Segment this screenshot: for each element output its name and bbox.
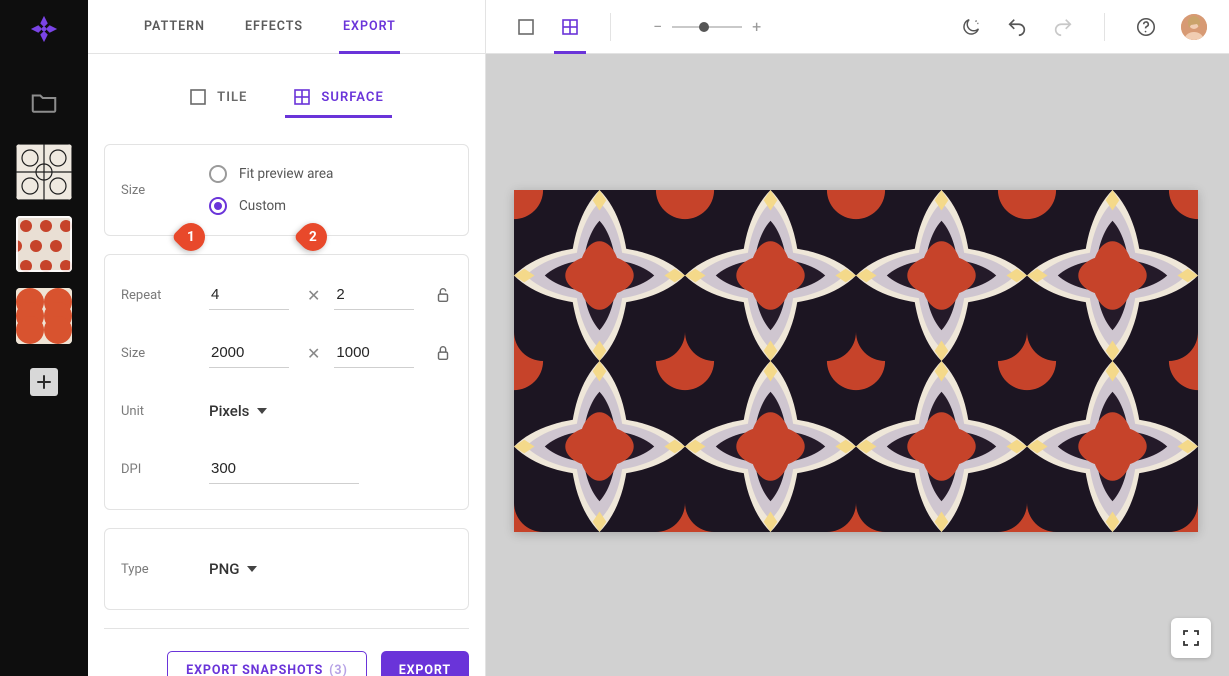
type-select[interactable]: PNG [209,560,257,578]
divider [610,13,611,41]
repeat-lock-icon[interactable] [434,286,452,304]
size-w-input[interactable] [209,338,289,368]
dpi-input[interactable] [209,454,359,484]
zoom-slider[interactable]: − + [653,17,761,36]
view-surface-button[interactable] [560,17,580,37]
add-pattern-button[interactable] [30,368,58,396]
divider [1104,13,1105,41]
size-label: Size [121,183,209,198]
dark-mode-icon[interactable] [960,16,982,38]
pattern-thumb-1[interactable] [16,144,72,200]
subtab-tile-label: TILE [217,90,247,105]
repeat-label: Repeat [121,288,209,303]
view-tile-button[interactable] [516,17,536,37]
canvas-area[interactable] [486,54,1229,676]
unit-label: Unit [121,404,209,419]
zoom-plus[interactable]: + [752,17,761,36]
folder-icon[interactable] [29,88,59,118]
subtab-surface[interactable]: SURFACE [293,78,383,116]
pattern-preview [514,190,1198,532]
times-icon: ✕ [307,344,320,363]
subtab-tile[interactable]: TILE [189,78,247,116]
size-mode-card: Size Fit preview area Custom [104,144,469,236]
undo-icon[interactable] [1006,16,1028,38]
main-area: − + [486,0,1229,676]
dpi-label: DPI [121,462,209,477]
repeat-x-input[interactable] [209,280,289,310]
canvas-toolbar: − + [486,0,1229,54]
size-dim-label: Size [121,346,209,361]
radio-custom[interactable]: Custom [209,197,333,215]
unit-select[interactable]: Pixels [209,402,267,420]
times-icon: ✕ [307,286,320,305]
fullscreen-button[interactable] [1171,618,1211,658]
type-label: Type [121,562,209,577]
pattern-thumb-3[interactable] [16,288,72,344]
export-snapshots-button[interactable]: EXPORT SNAPSHOTS (3) [167,651,367,676]
dimensions-card: 1 2 Repeat ✕ Size ✕ [104,254,469,510]
zoom-minus[interactable]: − [653,17,662,36]
tab-export[interactable]: EXPORT [343,0,396,53]
panel-tabs: PATTERN EFFECTS EXPORT [88,0,485,54]
radio-fit-preview[interactable]: Fit preview area [209,165,333,183]
redo-icon [1052,16,1074,38]
tab-effects[interactable]: EFFECTS [245,0,303,53]
type-card: Type PNG [104,528,469,610]
tab-pattern[interactable]: PATTERN [144,0,205,53]
user-avatar[interactable] [1181,14,1207,40]
repeat-y-input[interactable] [334,280,414,310]
chevron-down-icon [257,408,267,414]
app-logo[interactable] [29,14,59,44]
left-rail [0,0,88,676]
export-button[interactable]: EXPORT [381,651,469,676]
help-icon[interactable] [1135,16,1157,38]
size-h-input[interactable] [334,338,414,368]
pattern-thumb-2[interactable] [16,216,72,272]
size-lock-icon[interactable] [434,344,452,362]
zoom-track[interactable] [672,26,742,28]
subtab-surface-label: SURFACE [321,90,383,105]
divider [104,628,469,629]
export-panel: PATTERN EFFECTS EXPORT TILE SURFACE Size [88,0,486,676]
chevron-down-icon [247,566,257,572]
